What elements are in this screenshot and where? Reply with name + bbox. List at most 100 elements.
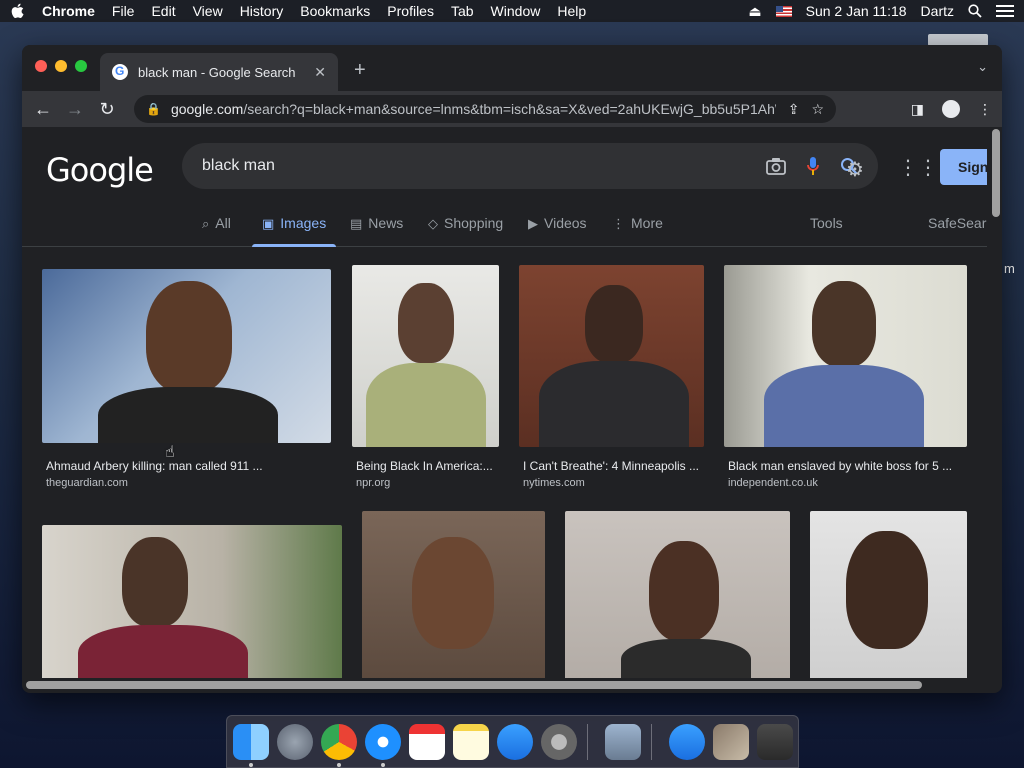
menubar-username[interactable]: Dartz (921, 3, 954, 19)
images-icon: ▣ (262, 216, 275, 231)
close-window-button[interactable] (35, 60, 47, 72)
menubar-clock[interactable]: Sun 2 Jan 11:18 (806, 3, 907, 19)
bookmark-star-icon[interactable]: ☆ (811, 101, 824, 118)
finder-icon[interactable] (233, 724, 269, 760)
trash-icon[interactable] (757, 724, 793, 760)
tab-news-label: News (368, 215, 404, 231)
calendar-icon[interactable] (409, 724, 445, 760)
notes-icon[interactable] (453, 724, 489, 760)
settings-gear-icon[interactable]: ⚙ (846, 157, 864, 182)
input-source-flag-icon[interactable] (775, 5, 792, 17)
eject-icon[interactable]: ⏏ (748, 3, 761, 20)
tab-videos-label: Videos (544, 215, 587, 231)
running-indicator (337, 763, 341, 767)
result-thumbnail[interactable] (810, 511, 967, 678)
close-tab-icon[interactable]: ✕ (314, 64, 326, 81)
chrome-menu-icon[interactable]: ⋮ (978, 101, 992, 118)
menu-view[interactable]: View (193, 3, 223, 19)
forward-button[interactable]: → (64, 99, 86, 120)
back-button[interactable]: ← (32, 99, 54, 120)
horizontal-scrollbar[interactable] (26, 681, 922, 689)
menu-edit[interactable]: Edit (151, 3, 175, 19)
browser-toolbar: ← → ↻ 🔒 google.com/search?q=black+man&so… (22, 91, 1002, 127)
maximize-window-button[interactable] (75, 60, 87, 72)
launchpad-icon[interactable] (277, 724, 313, 760)
google-logo[interactable]: Google (46, 151, 154, 189)
tab-all[interactable]: ⌕ All (202, 215, 231, 232)
tab-videos[interactable]: ▶ Videos (528, 215, 587, 232)
menu-history[interactable]: History (240, 3, 284, 19)
menu-file[interactable]: File (112, 3, 135, 19)
menu-profiles[interactable]: Profiles (387, 3, 434, 19)
desktop-item-label: m (1004, 261, 1015, 276)
new-tab-button[interactable]: + (354, 59, 366, 82)
photos-stack-icon[interactable] (713, 724, 749, 760)
mouse-pointer-icon: ☝ (165, 444, 175, 461)
menu-app-chrome[interactable]: Chrome (42, 3, 95, 19)
microphone-icon[interactable] (806, 156, 820, 176)
url-host: google.com (170, 101, 244, 117)
tab-search-chevron-icon[interactable]: ⌄ (977, 59, 988, 75)
result-thumbnail[interactable] (565, 511, 790, 678)
result-thumbnail[interactable] (352, 265, 499, 447)
address-bar[interactable]: 🔒 google.com/search?q=black+man&source=l… (134, 95, 836, 123)
vertical-scrollbar[interactable] (992, 129, 1000, 217)
preview-icon[interactable] (605, 724, 641, 760)
result-thumbnail[interactable] (519, 265, 704, 447)
tab-news[interactable]: ▤ News (350, 215, 403, 232)
tab-shopping[interactable]: ◇ Shopping (428, 215, 503, 232)
safesearch-button[interactable]: SafeSearch (928, 215, 987, 231)
search-box (182, 143, 878, 189)
menu-bookmarks[interactable]: Bookmarks (300, 3, 370, 19)
lock-icon[interactable]: 🔒 (146, 102, 161, 116)
videos-icon: ▶ (528, 216, 538, 231)
tab-shopping-label: Shopping (444, 215, 504, 231)
menu-tab[interactable]: Tab (451, 3, 474, 19)
result-title[interactable]: Ahmaud Arbery killing: man called 911 ..… (46, 459, 263, 473)
running-indicator (249, 763, 253, 767)
google-favicon-icon (112, 64, 128, 80)
result-title[interactable]: Black man enslaved by white boss for 5 .… (728, 459, 952, 473)
tab-strip: black man - Google Search ✕ + ⌄ (22, 45, 1002, 91)
sign-in-button[interactable]: Sign (940, 149, 987, 185)
result-source[interactable]: npr.org (356, 477, 390, 489)
chrome-window: black man - Google Search ✕ + ⌄ ← → ↻ 🔒 … (22, 45, 1002, 693)
control-center-icon[interactable] (996, 4, 1014, 18)
app-store-icon[interactable] (497, 724, 533, 760)
result-thumbnail[interactable] (362, 511, 545, 678)
tab-title: black man - Google Search (138, 64, 296, 80)
system-preferences-icon[interactable] (541, 724, 577, 760)
downloads-stack-icon[interactable] (669, 724, 705, 760)
browser-tab[interactable]: black man - Google Search ✕ (100, 53, 338, 91)
tools-button[interactable]: Tools (810, 215, 843, 231)
tab-more[interactable]: ⋮ More (612, 215, 663, 232)
tab-images[interactable]: ▣ Images (251, 215, 337, 247)
tab-more-label: More (631, 215, 663, 231)
result-title[interactable]: Being Black In America:... (356, 459, 493, 473)
url-text[interactable]: google.com/search?q=black+man&source=lnm… (171, 101, 776, 117)
result-thumbnail[interactable] (42, 269, 331, 443)
camera-search-icon[interactable] (766, 157, 786, 175)
search-input[interactable] (202, 157, 746, 175)
result-source[interactable]: independent.co.uk (728, 477, 818, 489)
spotlight-search-icon[interactable] (968, 4, 982, 18)
menu-help[interactable]: Help (557, 3, 586, 19)
result-thumbnail[interactable] (42, 525, 342, 678)
minimize-window-button[interactable] (55, 60, 67, 72)
macos-dock (226, 715, 799, 768)
reload-button[interactable]: ↻ (96, 99, 118, 120)
window-controls (35, 60, 95, 72)
result-source[interactable]: nytimes.com (523, 477, 585, 489)
google-images-page: Google ⚙ ⋮⋮⋮ Sign ⌕All ▣Images ▤News ◇Sh… (22, 127, 987, 678)
apple-logo-icon[interactable] (10, 3, 24, 19)
side-panel-icon[interactable]: ◨ (911, 101, 924, 118)
result-title[interactable]: I Can't Breathe': 4 Minneapolis ... (523, 459, 699, 473)
menu-window[interactable]: Window (491, 3, 541, 19)
result-thumbnail[interactable] (724, 265, 967, 447)
chrome-icon[interactable] (321, 724, 357, 760)
result-source[interactable]: theguardian.com (46, 477, 128, 489)
safari-icon[interactable] (365, 724, 401, 760)
dock-separator (587, 724, 588, 760)
profile-avatar[interactable] (942, 100, 960, 118)
share-icon[interactable]: ⇪ (788, 101, 800, 118)
